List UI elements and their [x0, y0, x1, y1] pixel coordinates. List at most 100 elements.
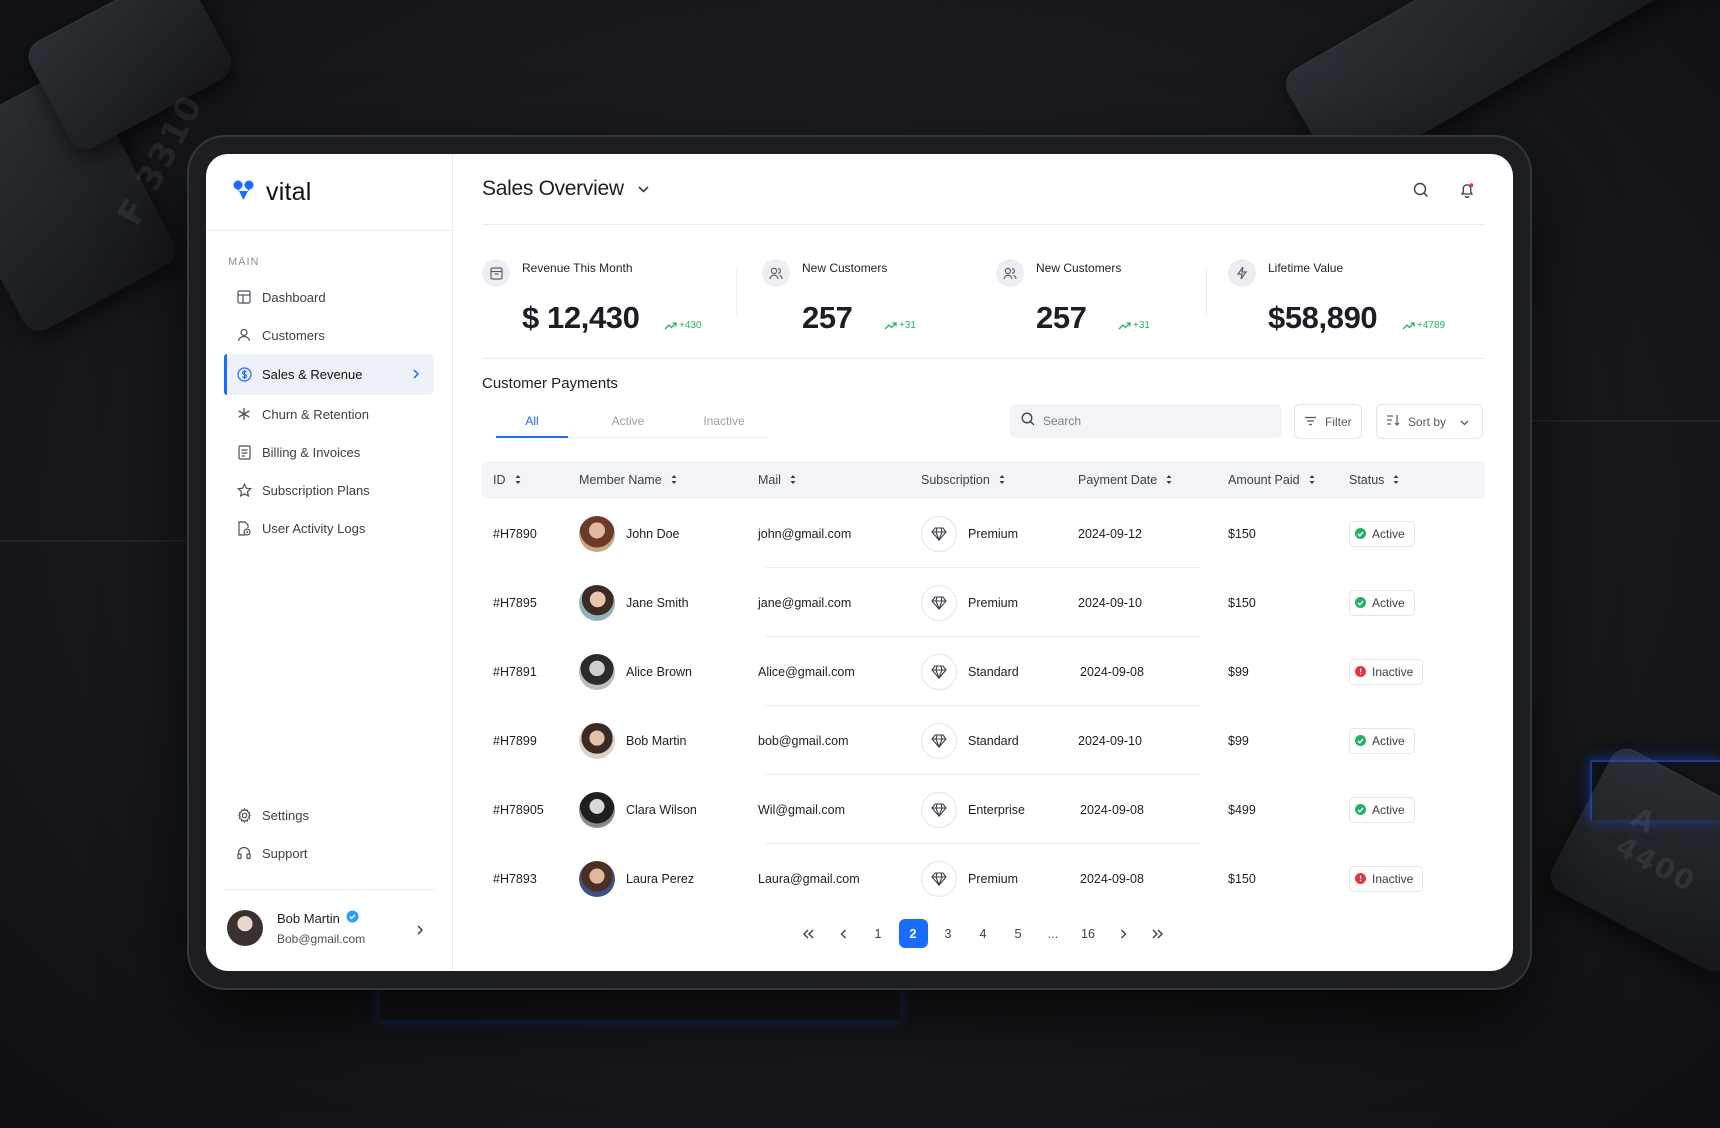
- sidebar-item-billing-invoices[interactable]: Billing & Invoices: [224, 433, 434, 471]
- cell-payment-date: 2024-09-08: [1080, 664, 1144, 679]
- stat-label: Revenue This Month: [522, 261, 633, 275]
- check-circle-icon: [1355, 597, 1366, 608]
- column-header-label: Amount Paid: [1228, 473, 1300, 487]
- column-header-status[interactable]: Status: [1349, 473, 1469, 487]
- sidebar-item-user-activity-logs[interactable]: User Activity Logs: [224, 509, 434, 547]
- filter-button[interactable]: Filter: [1294, 404, 1362, 439]
- table-row[interactable]: #H78905 Clara Wilson Wil@gmail.com Enter…: [482, 775, 1485, 844]
- column-header-amount-paid[interactable]: Amount Paid: [1228, 473, 1349, 487]
- cell-mail: Wil@gmail.com: [758, 802, 845, 817]
- sort-icon: [1386, 414, 1400, 429]
- chevron-down-icon[interactable]: [638, 180, 649, 198]
- cell-member-name: Bob Martin: [626, 733, 687, 748]
- page-button-current[interactable]: 2: [898, 919, 928, 948]
- tab-all[interactable]: All: [496, 404, 568, 438]
- cell-amount: $99: [1228, 664, 1249, 679]
- sidebar-item-label: Churn & Retention: [262, 406, 369, 422]
- sidebar-item-customers[interactable]: Customers: [224, 316, 434, 354]
- stats-row: Revenue This Month $ 12,430 +430 New Cus…: [482, 225, 1485, 359]
- column-header-id[interactable]: ID: [482, 473, 579, 487]
- sidebar-item-sales-revenue[interactable]: Sales & Revenue: [224, 354, 434, 395]
- page-button[interactable]: 4: [969, 919, 998, 948]
- sort-arrows-icon: [999, 473, 1005, 487]
- cell-member-name: Clara Wilson: [626, 802, 697, 817]
- page-button[interactable]: 5: [1004, 919, 1033, 948]
- stat-delta-value: +430: [679, 320, 702, 331]
- search-icon[interactable]: [1413, 182, 1429, 203]
- sidebar: vital MAIN Dashboard Customers Sales & R…: [206, 154, 453, 971]
- column-header-label: Payment Date: [1078, 473, 1158, 487]
- grid-icon: [236, 289, 252, 305]
- users-icon: [236, 327, 252, 343]
- column-header-member[interactable]: Member Name: [579, 473, 758, 487]
- table-row[interactable]: #H7893 Laura Perez Laura@gmail.com Premi…: [482, 844, 1485, 913]
- sort-arrows-icon: [515, 473, 521, 487]
- invoice-icon: [236, 444, 252, 460]
- tab-active[interactable]: Active: [592, 404, 664, 437]
- last-page-button[interactable]: [1144, 919, 1173, 948]
- status-label: Inactive: [1372, 664, 1414, 679]
- cell-payment-date: 2024-09-08: [1080, 871, 1144, 886]
- sidebar-item-support[interactable]: Support: [224, 834, 434, 872]
- page-button[interactable]: 16: [1074, 919, 1103, 948]
- cell-id: #H7890: [493, 526, 537, 541]
- page-button[interactable]: 3: [934, 919, 963, 948]
- stat-delta: +4789: [1402, 320, 1445, 331]
- stat-card-lifetime-value: Lifetime Value $58,890 +4789: [1228, 259, 1445, 335]
- sidebar-item-dashboard[interactable]: Dashboard: [224, 278, 434, 316]
- cell-mail: jane@gmail.com: [758, 595, 852, 610]
- stat-card-revenue: Revenue This Month $ 12,430 +430: [482, 259, 702, 335]
- sort-button[interactable]: Sort by: [1376, 404, 1483, 439]
- sidebar-item-label: Sales & Revenue: [262, 367, 363, 382]
- user-name: Bob Martin: [277, 910, 340, 926]
- table-row[interactable]: #H7890 John Doe john@gmail.com Premium 2…: [482, 499, 1485, 568]
- prev-page-button[interactable]: [829, 919, 858, 948]
- trend-up-icon: [1402, 322, 1415, 330]
- sidebar-item-churn-retention[interactable]: Churn & Retention: [224, 395, 434, 433]
- status-label: Active: [1372, 733, 1405, 748]
- gear-icon: [236, 807, 252, 823]
- avatar: [579, 860, 615, 897]
- trend-up-icon: [884, 322, 897, 330]
- search-input[interactable]: [1043, 414, 1243, 428]
- table-row[interactable]: #H7891 Alice Brown Alice@gmail.com Stand…: [482, 637, 1485, 706]
- column-header-subscription[interactable]: Subscription: [921, 473, 1078, 487]
- stat-value: 257: [1036, 300, 1087, 335]
- payments-table: ID Member Name Mail Subscription Payment…: [482, 461, 1485, 913]
- verified-badge-icon: [346, 910, 359, 926]
- column-header-mail[interactable]: Mail: [758, 473, 921, 487]
- table-row[interactable]: #H7895 Jane Smith jane@gmail.com Premium…: [482, 568, 1485, 637]
- check-circle-icon: [1355, 804, 1366, 815]
- table-toolbar: All Active Inactive Filter Sort by: [482, 404, 1485, 456]
- tab-inactive[interactable]: Inactive: [688, 404, 760, 437]
- stat-label: Lifetime Value: [1268, 261, 1344, 275]
- status-badge: Inactive: [1349, 658, 1424, 685]
- page-button[interactable]: 1: [864, 919, 893, 948]
- column-header-payment-date[interactable]: Payment Date: [1078, 473, 1228, 487]
- divider: [736, 269, 737, 315]
- cell-id: #H7891: [493, 664, 537, 679]
- cell-subscription: Standard: [968, 733, 1019, 748]
- filter-icon: [1304, 415, 1317, 429]
- double-chevron-right-icon: [1152, 929, 1163, 938]
- notification-bell-icon[interactable]: [1459, 182, 1475, 203]
- sidebar-item-subscription-plans[interactable]: Subscription Plans: [224, 471, 434, 509]
- users-icon: [762, 259, 790, 287]
- stat-value: $58,890: [1268, 300, 1378, 335]
- dollar-circle-icon: [236, 367, 252, 383]
- sidebar-item-settings[interactable]: Settings: [224, 796, 434, 834]
- search-box: [1010, 404, 1282, 438]
- first-page-button[interactable]: [794, 919, 823, 948]
- sidebar-item-label: Settings: [262, 807, 309, 823]
- next-page-button[interactable]: [1109, 919, 1138, 948]
- stat-value: 257: [802, 300, 853, 335]
- sort-arrows-icon: [790, 473, 796, 487]
- status-label: Active: [1372, 595, 1405, 610]
- search-icon: [1021, 412, 1035, 431]
- user-profile-card[interactable]: Bob Martin Bob@gmail.com: [224, 889, 434, 946]
- table-row[interactable]: #H7899 Bob Martin bob@gmail.com Standard…: [482, 706, 1485, 775]
- sort-arrows-icon: [1166, 473, 1172, 487]
- cell-payment-date: 2024-09-08: [1080, 802, 1144, 817]
- check-circle-icon: [1355, 528, 1366, 539]
- users-icon: [996, 259, 1024, 287]
